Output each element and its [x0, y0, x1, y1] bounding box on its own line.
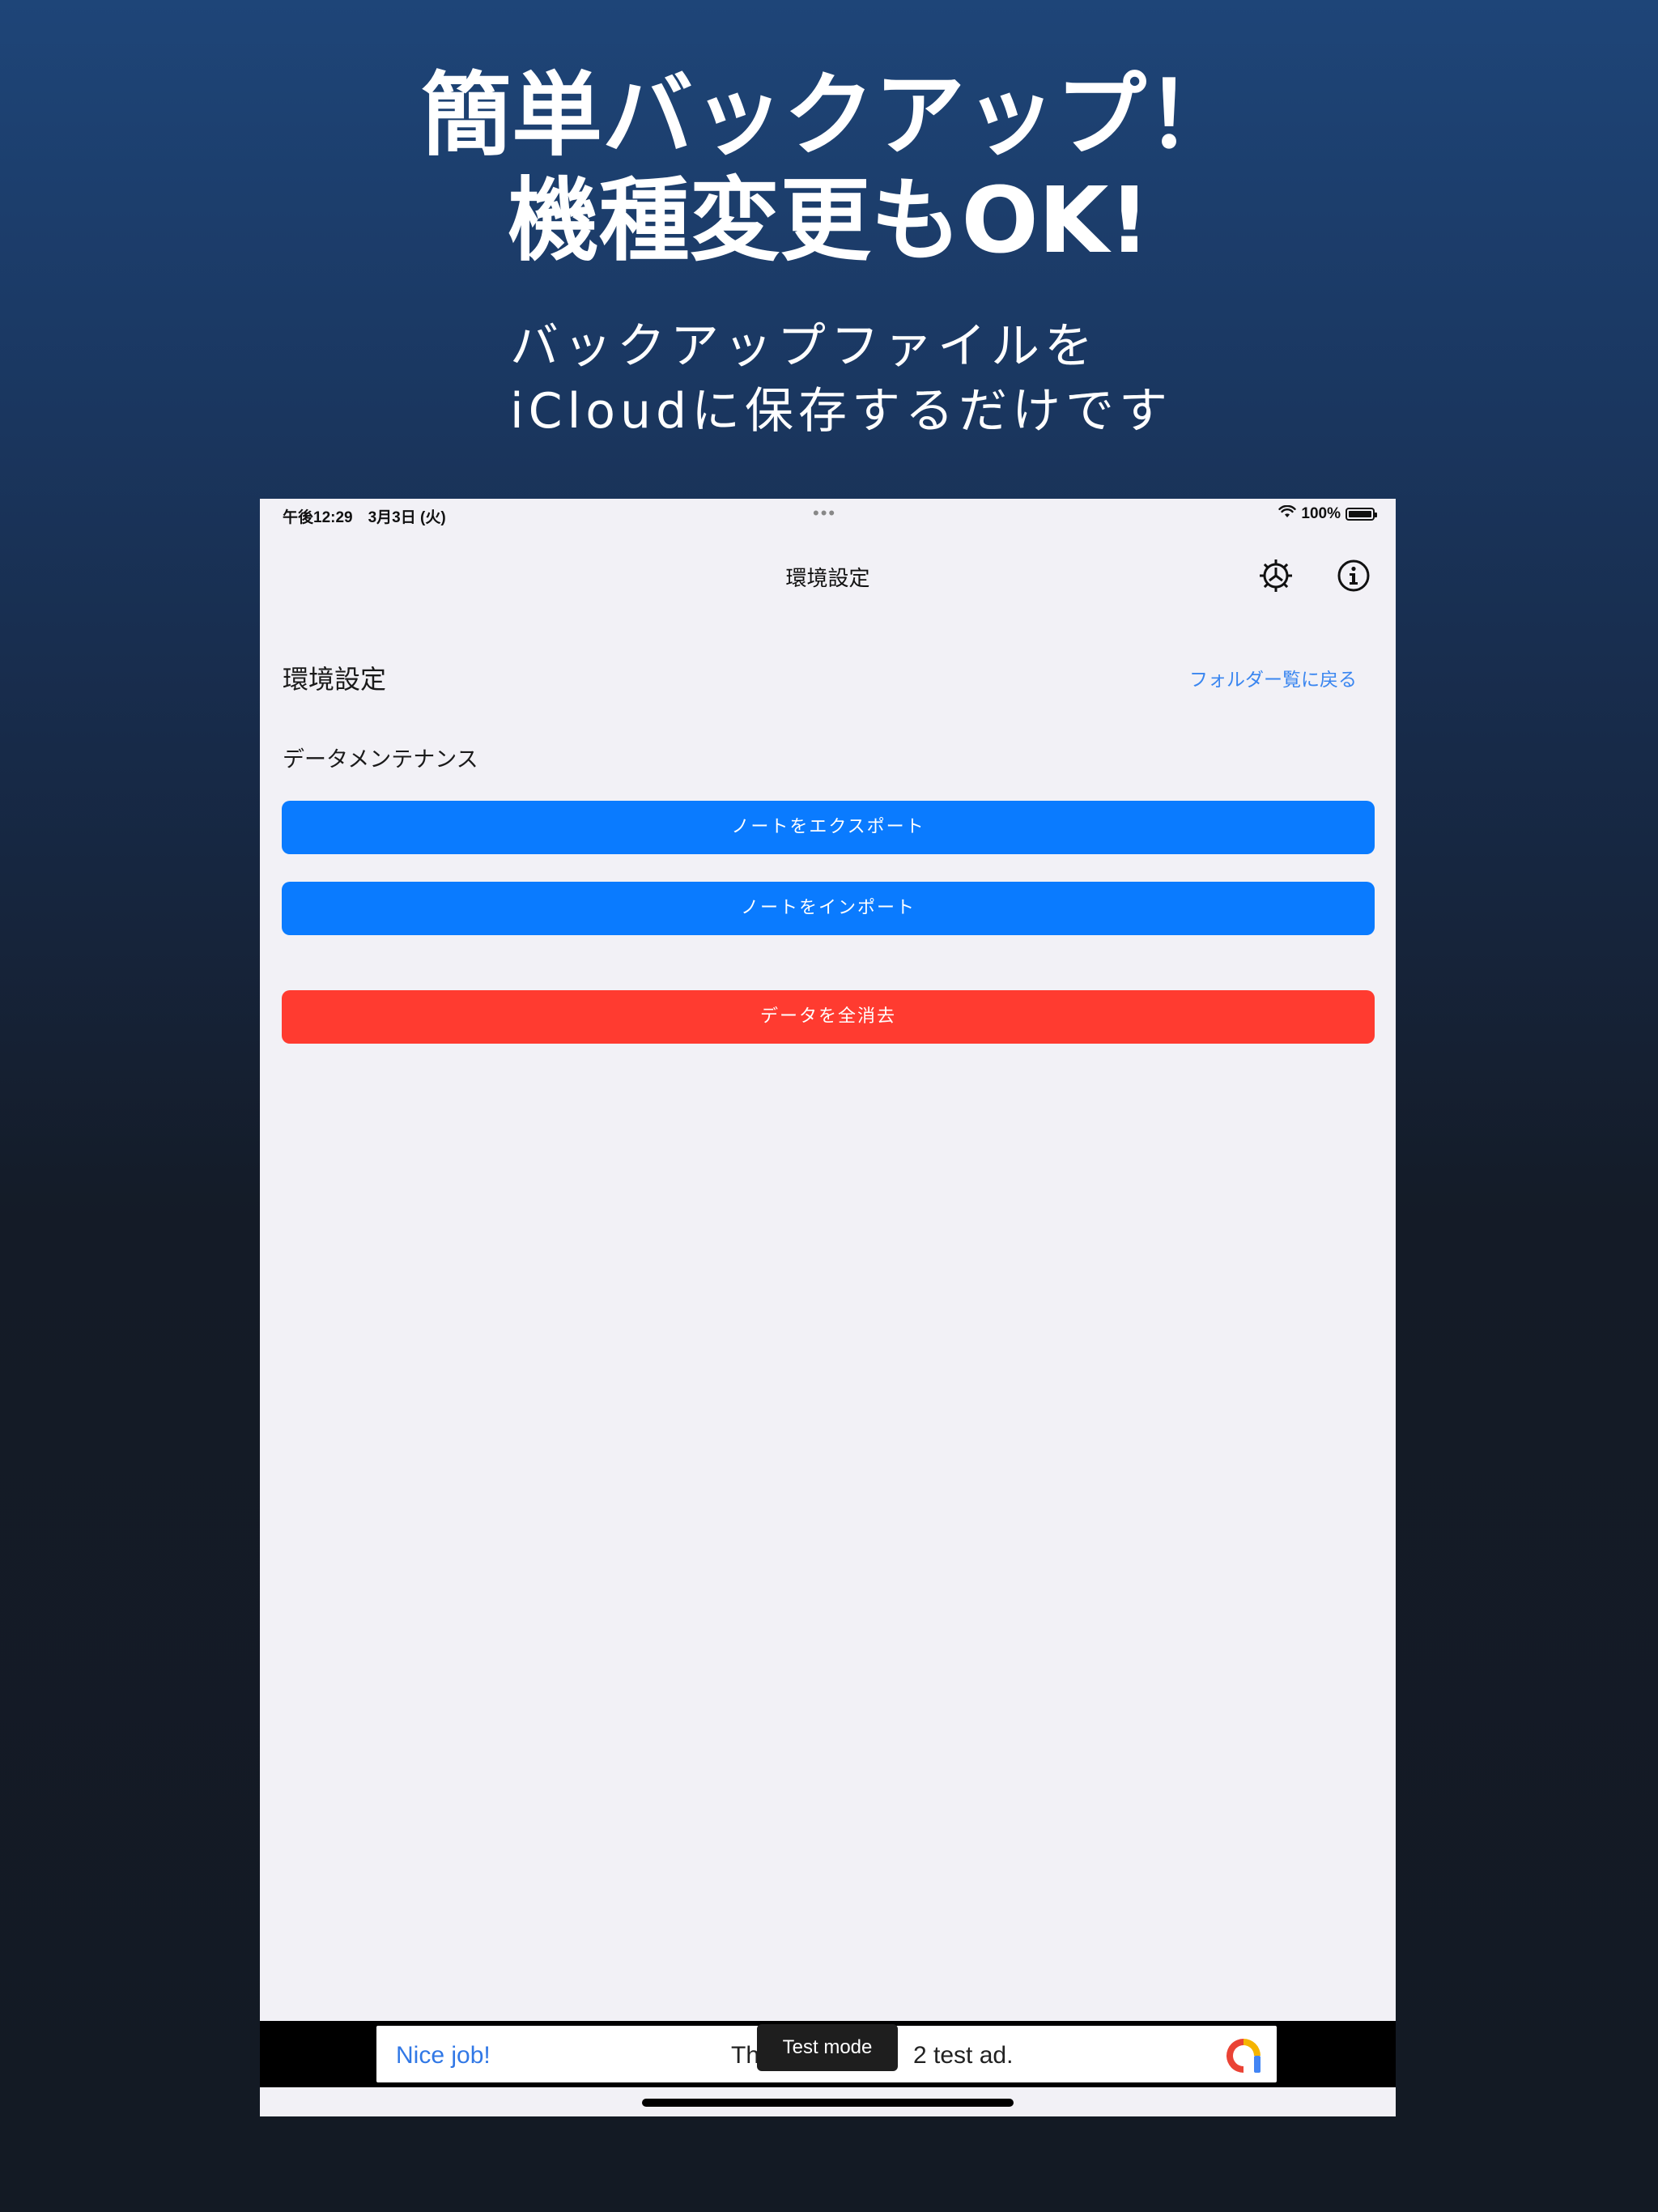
- status-bar: 午後12:29 3月3日 (火) ••• 100%: [260, 499, 1396, 531]
- promo-headline-line-2: 機種変更もOK!: [508, 168, 1150, 274]
- promo-subhead-line-2: iCloudに保存するだけです: [510, 383, 1173, 440]
- settings-title: 環境設定: [283, 664, 387, 695]
- ad-text-right: 2 test ad.: [913, 2042, 1014, 2069]
- status-right: 100%: [1278, 504, 1377, 523]
- test-mode-badge: Test mode: [757, 2024, 898, 2071]
- data-maintenance-label: データメンテナンス: [283, 747, 478, 772]
- admob-logo-icon: [1220, 2032, 1267, 2079]
- battery-icon: [1346, 508, 1377, 521]
- nav-title: 環境設定: [785, 567, 870, 591]
- export-notes-button[interactable]: ノートをエクスポート: [282, 801, 1375, 854]
- import-notes-button[interactable]: ノートをインポート: [282, 882, 1375, 935]
- home-indicator[interactable]: [642, 2099, 1014, 2107]
- wifi-icon: [1278, 504, 1297, 523]
- battery-percent: 100%: [1301, 505, 1341, 522]
- delete-all-data-button[interactable]: データを全消去: [282, 990, 1375, 1044]
- multitask-dots[interactable]: •••: [813, 504, 836, 522]
- ad-text-left: Th: [731, 2042, 760, 2069]
- gear-icon[interactable]: [1257, 557, 1295, 594]
- promo-headline: 簡単バックアップ！ 機種変更もOK!: [0, 63, 1658, 274]
- promo-subhead-line-1: バックアップファイルを: [510, 318, 1098, 375]
- promo-subhead: バックアップファイルを iCloudに保存するだけです: [510, 314, 1172, 444]
- device-screen: 午後12:29 3月3日 (火) ••• 100% 環境設定 環境設定 フォルダ…: [260, 499, 1396, 2116]
- back-to-folders-link[interactable]: フォルダー覧に戻る: [1189, 664, 1357, 691]
- promo-headline-line-1: 簡単バックアップ！: [421, 63, 1237, 168]
- info-icon[interactable]: [1335, 557, 1372, 594]
- ad-nice-job-text: Nice job!: [396, 2042, 491, 2069]
- status-time-date: 午後12:29 3月3日 (火): [283, 509, 446, 526]
